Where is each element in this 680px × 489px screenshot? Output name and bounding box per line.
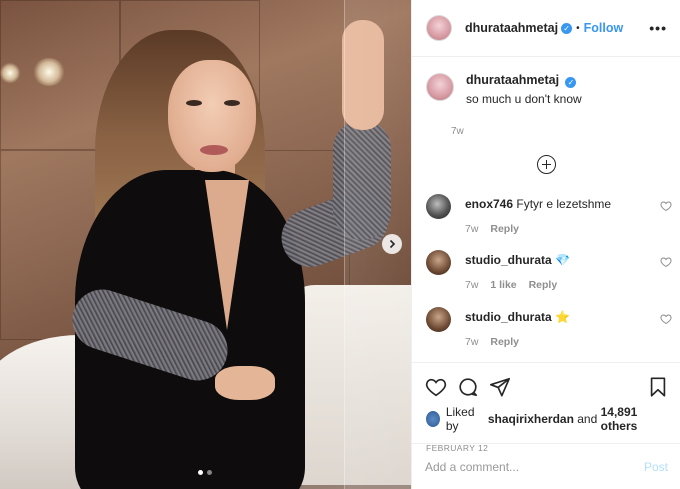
hand [215,366,275,400]
comment-username[interactable]: enox746 [465,197,513,211]
reply-button[interactable]: Reply [529,279,558,291]
carousel-indicator [198,470,212,475]
dress-neckline [205,180,249,330]
comment-username[interactable]: studio_dhurata [465,310,552,324]
ceiling-light [0,62,20,84]
post-side-panel: dhurataahmetaj ✓ • Follow ••• dhurataahm… [411,0,680,489]
reply-button[interactable]: Reply [490,336,519,348]
eye [186,100,202,106]
reply-button[interactable]: Reply [490,223,519,235]
comment-text: 💎 [555,253,570,267]
share-icon[interactable] [489,376,511,398]
comment-text: Fytyr e lezetshme [516,197,612,211]
ceiling-light [32,58,66,86]
comment-avatar[interactable] [426,250,451,275]
comment-avatar[interactable] [426,307,451,332]
comment-text: ⭐ [555,310,570,324]
heart-icon[interactable] [660,200,672,212]
verified-badge-icon: ✓ [561,22,573,34]
caption-username[interactable]: dhurataahmetaj [466,73,559,87]
likes-and: and [577,412,598,426]
eye [224,100,240,106]
caption-timestamp: 7w [451,126,464,137]
comment-avatar[interactable] [426,194,451,219]
carousel-dot-active [198,470,203,475]
comment-input[interactable] [425,459,644,474]
heart-icon[interactable] [660,313,672,325]
comment-item: studio_dhurata 💎 7w 1 like Reply [426,250,676,291]
caption-avatar[interactable] [426,73,454,101]
next-image-button[interactable] [382,234,402,254]
face [168,60,256,172]
comment-item: studio_dhurata ⭐ 7w Reply [426,307,676,348]
likes-others-link[interactable]: 14,891 others [601,405,667,433]
load-more-plus-icon[interactable] [536,155,556,174]
comment-composer: Post [412,443,680,489]
comment-timestamp: 7w [465,279,479,291]
comment-username[interactable]: studio_dhurata [465,253,552,267]
more-options-icon[interactable]: ••• [649,20,667,36]
caption-text: so much u don't know [466,92,582,106]
bookmark-icon[interactable] [647,376,669,398]
load-more-comments[interactable] [412,155,680,174]
liker-username[interactable]: shaqirixherdan [488,412,574,426]
action-bar [412,363,680,401]
carousel-dot [207,470,212,475]
comment-timestamp: 7w [465,223,479,235]
post-comment-button[interactable]: Post [644,460,668,474]
comment-icon[interactable] [457,376,479,398]
next-arrow-icon [389,239,396,249]
post-header: dhurataahmetaj ✓ • Follow ••• [412,0,680,57]
heart-icon[interactable] [660,256,672,268]
avatar[interactable] [426,15,452,41]
lips [200,145,228,155]
verified-badge-icon: ✓ [565,77,577,88]
heart-icon[interactable] [425,376,447,398]
comment-like-count[interactable]: 1 like [490,279,516,291]
separator-dot: • [576,22,580,34]
comment-item: enox746 Fytyr e lezetshme 7w Reply [426,194,676,235]
post-actions-section: Liked by shaqirixherdan and 14,891 other… [412,362,680,453]
liker-avatar[interactable] [426,411,440,427]
comment-timestamp: 7w [465,336,479,348]
follow-button[interactable]: Follow [584,21,624,35]
likes-prefix: Liked by [445,405,475,433]
caption: dhurataahmetaj ✓ so much u don't know [412,57,680,106]
post-image[interactable] [0,0,411,489]
header-username[interactable]: dhurataahmetaj [465,21,558,35]
likes-summary: Liked by shaqirixherdan and 14,891 other… [412,401,680,433]
